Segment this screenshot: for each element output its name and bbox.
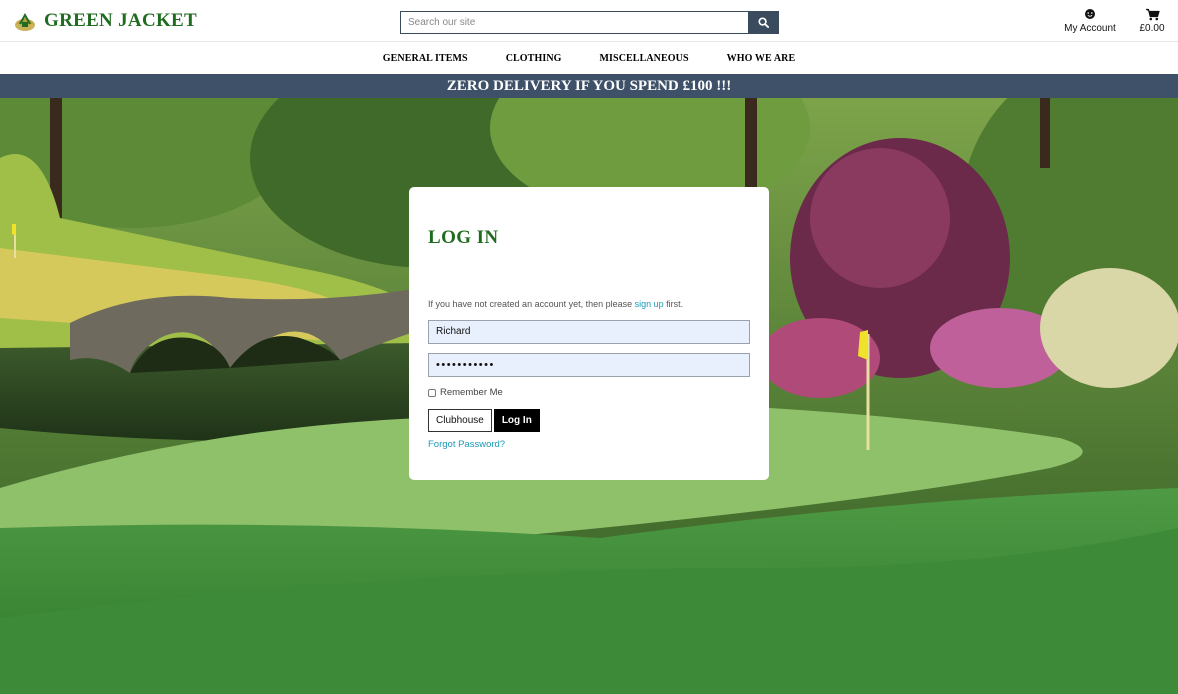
cart-link[interactable]: £0.00 xyxy=(1136,8,1168,34)
remember-me-label: Remember Me xyxy=(440,387,503,398)
nav-item-who-we-are[interactable]: WHO WE ARE xyxy=(727,53,796,64)
signup-link[interactable]: sign up xyxy=(635,299,664,309)
user-icon xyxy=(1085,9,1095,19)
clubhouse-button[interactable]: Clubhouse xyxy=(428,409,492,432)
forgot-password-link[interactable]: Forgot Password? xyxy=(428,439,505,450)
green-jacket-logo xyxy=(15,12,35,31)
login-card: LOG IN If you have not created an accoun… xyxy=(409,187,769,480)
remember-me[interactable]: Remember Me xyxy=(428,387,503,398)
cart-icon xyxy=(1146,8,1160,21)
username-field[interactable]: Richard xyxy=(428,320,750,344)
brand-name: GREEN JACKET xyxy=(44,10,197,31)
my-account-link[interactable]: My Account xyxy=(1060,8,1120,34)
login-buttons: Clubhouse Log In xyxy=(428,409,540,432)
nav-item-clothing[interactable]: CLOTHING xyxy=(506,53,562,64)
cart-total: £0.00 xyxy=(1139,23,1165,34)
password-field[interactable]: ••••••••••• xyxy=(428,353,750,377)
main-nav: GENERAL ITEMS CLOTHING MISCELLANEOUS WHO… xyxy=(0,42,1178,74)
nav-item-general-items[interactable]: GENERAL ITEMS xyxy=(383,53,468,64)
login-title: LOG IN xyxy=(428,227,499,248)
search-icon xyxy=(758,17,769,28)
nav-item-miscellaneous[interactable]: MISCELLANEOUS xyxy=(600,53,689,64)
signup-hint: If you have not created an account yet, … xyxy=(428,299,683,309)
hint-text-before: If you have not created an account yet, … xyxy=(428,299,635,309)
remember-me-checkbox[interactable] xyxy=(428,388,436,397)
my-account-label: My Account xyxy=(1064,23,1116,34)
top-header: GREEN JACKET My Account £0.00 xyxy=(0,0,1178,42)
hint-text-after: first. xyxy=(663,299,684,309)
promo-banner: ZERO DELIVERY IF YOU SPEND £100 !!! xyxy=(0,74,1178,98)
login-button[interactable]: Log In xyxy=(493,409,540,432)
search-button[interactable] xyxy=(748,11,779,34)
search-input[interactable] xyxy=(400,11,748,34)
search-bar xyxy=(400,11,779,34)
brand[interactable]: GREEN JACKET xyxy=(14,10,197,32)
